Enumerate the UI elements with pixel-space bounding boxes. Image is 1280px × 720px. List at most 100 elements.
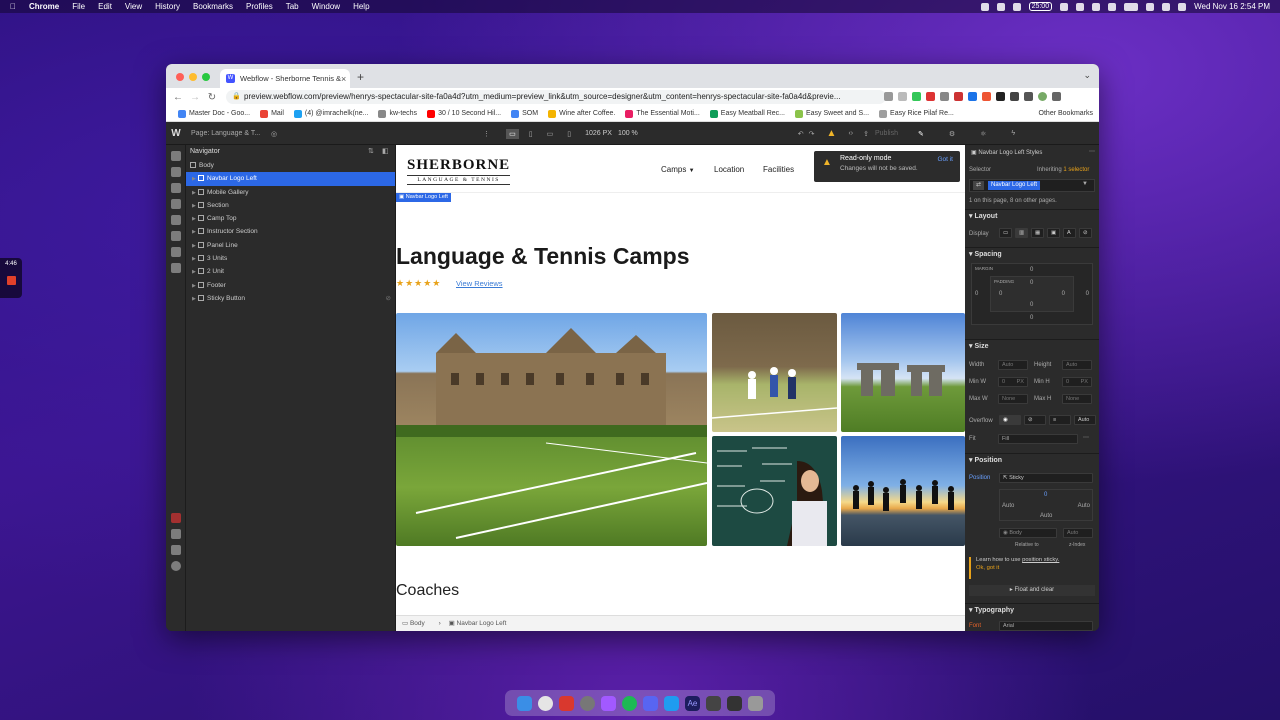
system-preferences-icon[interactable]: [580, 695, 595, 711]
z-index-input[interactable]: Auto: [1063, 528, 1093, 538]
bookmark[interactable]: SOM: [511, 109, 538, 118]
finder-icon[interactable]: [517, 695, 532, 711]
bookmark[interactable]: Mail: [260, 109, 284, 118]
new-tab-icon[interactable]: +: [357, 70, 364, 84]
landscape-breakpoint-icon[interactable]: ▭: [547, 130, 554, 138]
nav-link-location[interactable]: Location: [714, 165, 744, 174]
offset-top-value[interactable]: 0: [1044, 492, 1047, 498]
navigator-node-mobile-gallery[interactable]: ▶ Mobile Gallery: [186, 186, 395, 199]
offset-left-value[interactable]: Auto: [1002, 503, 1014, 509]
figma-icon[interactable]: [601, 695, 616, 711]
padding-box[interactable]: PADDING 0 0 0 0: [990, 276, 1074, 312]
fit-select[interactable]: Fill: [998, 434, 1078, 444]
close-tab-icon[interactable]: ×: [341, 74, 346, 84]
margin-right-value[interactable]: 0: [1086, 291, 1089, 297]
overflow-visible-icon[interactable]: ◉: [999, 415, 1021, 425]
extension-icon[interactable]: [996, 92, 1005, 101]
breadcrumb-navbar-logo-left[interactable]: ▣ Navbar Logo Left: [449, 620, 513, 627]
tab-search-icon[interactable]: ⌄: [1083, 70, 1091, 81]
extension-icon[interactable]: [982, 92, 991, 101]
sidebar-icon[interactable]: [1024, 92, 1033, 101]
bookmark[interactable]: kw-techs: [378, 109, 417, 118]
gallery-image-chalkboard[interactable]: [712, 436, 837, 546]
more-icon[interactable]: ⋯: [1089, 148, 1095, 155]
status-icon[interactable]: [980, 2, 989, 11]
max-height-input[interactable]: None: [1062, 394, 1092, 404]
spotify-icon[interactable]: [622, 695, 637, 711]
display-none-icon[interactable]: ⊘: [1079, 228, 1092, 238]
dock-panel-icon[interactable]: ◧: [382, 145, 389, 159]
settings-icon[interactable]: [171, 263, 181, 273]
menu-bookmarks[interactable]: Bookmarks: [193, 2, 233, 11]
extension-icon[interactable]: [954, 92, 963, 101]
app-window-icon[interactable]: [727, 695, 742, 711]
offset-right-value[interactable]: Auto: [1078, 503, 1090, 509]
search-icon[interactable]: [171, 529, 181, 539]
position-select[interactable]: ⇱ Sticky: [999, 473, 1093, 483]
users-icon[interactable]: [171, 545, 181, 555]
menu-help[interactable]: Help: [353, 2, 369, 11]
gallery-image-jumping-group[interactable]: [841, 436, 965, 546]
gallery-image-tennis-players[interactable]: [712, 313, 837, 432]
other-bookmarks[interactable]: Other Bookmarks: [1039, 110, 1093, 117]
cms-icon[interactable]: [171, 215, 181, 225]
selector-icon[interactable]: ⇄: [973, 181, 984, 190]
menu-history[interactable]: History: [155, 2, 180, 11]
browser-tab[interactable]: W Webflow - Sherborne Tennis & ×: [220, 69, 350, 88]
selected-element-label[interactable]: ▣ Navbar Logo Left: [396, 193, 451, 202]
gallery-image-school[interactable]: [396, 313, 707, 546]
nav-link-facilities[interactable]: Facilities: [763, 165, 794, 174]
position-section-header[interactable]: ▾ Position: [965, 453, 1099, 466]
navigator-node-footer[interactable]: ▶ Footer: [186, 279, 395, 292]
code-icon[interactable]: ‹›: [848, 130, 853, 137]
menu-app-name[interactable]: Chrome: [29, 2, 59, 11]
gallery-image-stonehenge[interactable]: [841, 313, 965, 432]
more-icon[interactable]: ⋮: [483, 130, 490, 138]
pomodoro-timer[interactable]: 25:00: [1028, 2, 1053, 11]
recording-widget[interactable]: 4:46: [0, 258, 22, 298]
design-canvas[interactable]: SHERBORNE LANGUAGE & TENNIS Camps ▼ Loca…: [396, 145, 965, 631]
address-bar[interactable]: 🔒 preview.webflow.com/preview/henrys-spe…: [226, 90, 886, 104]
control-center-icon[interactable]: [1178, 2, 1187, 11]
nav-link-camps[interactable]: Camps ▼: [661, 165, 695, 174]
navigator-node-body[interactable]: Body: [186, 159, 395, 172]
stop-record-icon[interactable]: [6, 276, 16, 285]
padding-bottom-value[interactable]: 0: [1030, 302, 1033, 308]
position-offsets[interactable]: 0 Auto Auto Auto: [999, 489, 1093, 521]
margin-bottom-value[interactable]: 0: [1030, 315, 1033, 321]
menu-tab[interactable]: Tab: [286, 2, 299, 11]
extension-icon[interactable]: [968, 92, 977, 101]
display-inline-block-icon[interactable]: ▣: [1047, 228, 1060, 238]
undo-icon[interactable]: ↶: [798, 130, 804, 138]
menu-edit[interactable]: Edit: [98, 2, 112, 11]
bookmark[interactable]: Easy Rice Pilaf Re...: [879, 109, 954, 118]
tip-ok-button[interactable]: Ok, got it: [976, 565, 1095, 571]
add-panel-icon[interactable]: [171, 151, 181, 161]
bluetooth-icon[interactable]: [1108, 2, 1117, 11]
navigator-icon[interactable]: [171, 183, 181, 193]
navigator-node-camp-top[interactable]: ▶ Camp Top: [186, 212, 395, 225]
padding-top-value[interactable]: 0: [1030, 280, 1033, 286]
width-input[interactable]: Auto: [998, 360, 1028, 370]
extensions-puzzle-icon[interactable]: [1010, 92, 1019, 101]
chrome-icon[interactable]: [538, 695, 553, 711]
float-and-clear-button[interactable]: ▸ Float and clear: [969, 585, 1095, 596]
search-icon[interactable]: [1162, 2, 1171, 11]
navigator-node-instructor-section[interactable]: ▶ Instructor Section: [186, 225, 395, 238]
lightning-tab-icon[interactable]: ϟ: [1011, 130, 1015, 137]
spacing-section-header[interactable]: ▾ Spacing: [965, 247, 1099, 260]
margin-left-value[interactable]: 0: [975, 291, 978, 297]
hidden-eye-icon[interactable]: ⊘: [386, 292, 391, 305]
ecommerce-icon[interactable]: [171, 231, 181, 241]
profile-avatar[interactable]: [1038, 92, 1047, 101]
display-inline-icon[interactable]: A: [1063, 228, 1076, 238]
site-logo[interactable]: SHERBORNE LANGUAGE & TENNIS: [407, 157, 511, 185]
status-icon[interactable]: [1076, 2, 1085, 11]
share-icon[interactable]: ⇪: [863, 130, 869, 138]
padding-right-value[interactable]: 0: [1062, 291, 1065, 297]
bookmark[interactable]: 30 / 10 Second Hil...: [427, 109, 501, 118]
after-effects-icon[interactable]: Ae: [685, 695, 700, 711]
menu-file[interactable]: File: [72, 2, 85, 11]
more-icon[interactable]: ⋯: [1083, 434, 1089, 441]
layout-section-header[interactable]: ▾ Layout: [965, 209, 1099, 222]
